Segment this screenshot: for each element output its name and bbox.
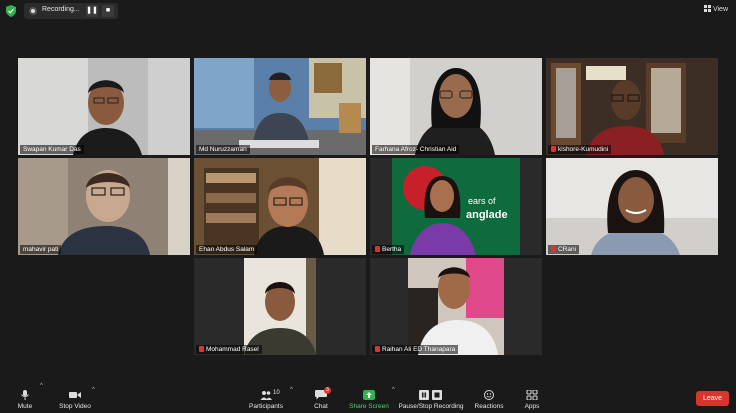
- view-label: View: [712, 6, 728, 13]
- video-tile[interactable]: Farhana Afroz- Christian Aid: [370, 58, 542, 155]
- participant-name: Swapan Kumar Das: [20, 145, 84, 154]
- shield-icon[interactable]: [6, 5, 16, 17]
- share-screen-label: Share Screen: [349, 403, 389, 410]
- participant-name: mahavir pati: [20, 245, 62, 254]
- view-button[interactable]: View: [703, 5, 728, 13]
- participant-name: kishore-Kumudini: [548, 145, 612, 154]
- video-camera-icon: [69, 392, 81, 398]
- recording-icon: [29, 7, 37, 15]
- participant-name: Md Nuruzzaman: [196, 145, 250, 154]
- stop-video-button[interactable]: Stop Video: [56, 390, 94, 410]
- video-tile[interactable]: CRani: [546, 158, 718, 255]
- chat-icon-wrap: 3: [315, 387, 331, 400]
- share-screen-icon: [363, 390, 375, 400]
- participant-video: [546, 158, 718, 255]
- participant-video: [18, 58, 190, 155]
- banner-text-line1: ears of: [468, 196, 496, 206]
- leave-button[interactable]: Leave: [696, 391, 729, 406]
- pause-stop-recording-button[interactable]: Pause/Stop Recording: [398, 390, 464, 410]
- mute-label: Mute: [17, 403, 33, 410]
- participant-name: Bertha: [372, 245, 405, 254]
- mute-options-chevron-icon[interactable]: ^: [40, 383, 43, 393]
- participants-icon: [260, 391, 272, 400]
- participants-count: 10: [273, 390, 280, 396]
- video-tile-active-speaker[interactable]: Md Nuruzzaman: [194, 58, 366, 155]
- grid-view-icon: [703, 5, 711, 12]
- muted-mic-icon: [199, 346, 204, 352]
- recording-indicator: Recording... ❚❚ ■: [24, 3, 118, 19]
- pause-recording-icon[interactable]: ❚❚: [86, 5, 98, 17]
- participant-name: Farhana Afroz- Christian Aid: [372, 145, 460, 154]
- pause-recording-label: Pause/Stop Recording: [398, 403, 464, 410]
- chat-badge: 3: [324, 387, 331, 394]
- reactions-label: Reactions: [474, 403, 504, 410]
- participant-name: Mohammad Rasel: [196, 345, 262, 354]
- participant-video: ears of anglade: [370, 158, 542, 255]
- video-options-chevron-icon[interactable]: ^: [92, 387, 95, 393]
- share-screen-button[interactable]: Share Screen: [347, 390, 391, 410]
- participants-button[interactable]: 10 Participants: [246, 390, 286, 410]
- chat-label: Chat: [314, 403, 328, 410]
- recording-controls-icons: [398, 390, 464, 403]
- video-tile[interactable]: Swapan Kumar Das: [18, 58, 190, 155]
- participant-video: [194, 58, 366, 155]
- share-options-chevron-icon[interactable]: ^: [392, 387, 395, 393]
- video-tile[interactable]: ears of anglade Bertha: [370, 158, 542, 255]
- stop-recording-icon[interactable]: ■: [102, 5, 114, 17]
- participant-video: [370, 258, 542, 355]
- apps-label: Apps: [524, 403, 540, 410]
- chat-button[interactable]: 3 Chat: [310, 387, 332, 410]
- muted-mic-icon: [375, 346, 380, 352]
- recording-label: Recording...: [42, 6, 80, 13]
- participant-video: [370, 58, 542, 155]
- pause-stop-icon: [419, 390, 442, 400]
- banner-text-line2: anglade: [466, 209, 508, 221]
- participants-options-chevron-icon[interactable]: ^: [290, 387, 293, 393]
- participants-icon-group: 10: [246, 390, 286, 403]
- muted-mic-icon: [551, 146, 556, 152]
- video-tile[interactable]: Raihan Ali ED Thanapara: [370, 258, 542, 355]
- muted-mic-icon: [375, 246, 380, 252]
- apps-icon: [526, 390, 538, 400]
- video-tile[interactable]: mahavir pati: [18, 158, 190, 255]
- participant-video: [18, 158, 190, 255]
- reactions-icon: [484, 390, 494, 400]
- participant-video: [194, 258, 366, 355]
- reactions-button[interactable]: Reactions: [474, 390, 504, 410]
- participant-video: [194, 158, 366, 255]
- meeting-toolbar: Mute ^ Stop Video ^ 10 Participants ^ 3 …: [0, 383, 736, 413]
- participants-label: Participants: [249, 403, 283, 410]
- participant-video: [546, 58, 718, 155]
- top-bar: Recording... ❚❚ ■ View: [0, 0, 736, 22]
- microphone-icon: [21, 390, 29, 400]
- participant-name: Ehan Abdus Salam: [196, 245, 258, 254]
- participant-name: Raihan Ali ED Thanapara: [372, 345, 459, 354]
- participant-name: CRani: [548, 245, 580, 254]
- muted-mic-icon: [551, 246, 556, 252]
- video-tile[interactable]: kishore-Kumudini: [546, 58, 718, 155]
- mute-button[interactable]: Mute: [14, 390, 36, 410]
- video-tile[interactable]: Ehan Abdus Salam: [194, 158, 366, 255]
- video-tile[interactable]: Mohammad Rasel: [194, 258, 366, 355]
- apps-button[interactable]: Apps: [521, 390, 543, 410]
- stop-video-label: Stop Video: [59, 403, 91, 410]
